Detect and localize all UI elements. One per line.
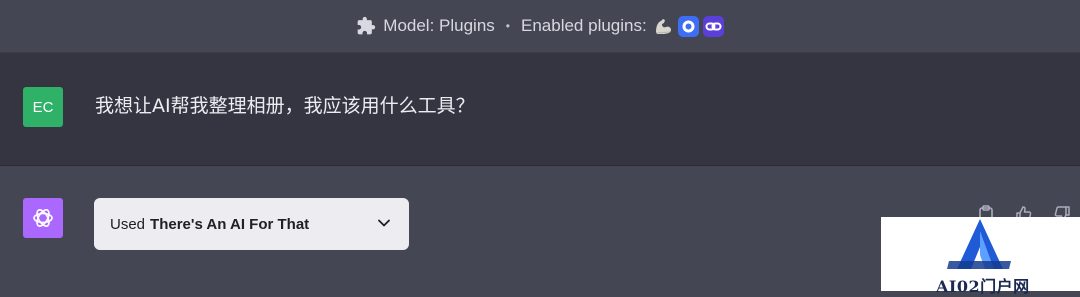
puzzle-icon: [357, 16, 376, 35]
used-plugin-dropdown[interactable]: Used There's An AI For That: [94, 198, 409, 250]
watermark-text: AI02门户网: [936, 277, 1030, 296]
enabled-plugins-label: Enabled plugins:: [521, 16, 647, 35]
watermark: AI02门户网: [881, 217, 1080, 296]
link-plugin-icon: [702, 15, 724, 37]
flexed-arm-plugin-icon: [653, 16, 674, 37]
user-avatar: EC: [23, 87, 63, 127]
used-prefix: Used: [110, 215, 146, 233]
watermark-logo-icon: [947, 219, 1011, 269]
plugin-name: There's An AI For That: [150, 215, 310, 233]
chevron-down-icon: [378, 219, 390, 227]
user-message-row: EC 我想让AI帮我整理相册，我应该用什么工具？: [0, 53, 1080, 166]
blue-circle-plugin-icon: [677, 15, 699, 37]
model-label: Model: Plugins: [383, 16, 495, 35]
model-header: Model: Plugins • Enabled plugins:: [0, 0, 1080, 53]
header-separator: •: [505, 19, 510, 33]
user-message-text: 我想让AI帮我整理相册，我应该用什么工具？: [95, 95, 475, 117]
openai-logo-icon: [23, 198, 63, 238]
